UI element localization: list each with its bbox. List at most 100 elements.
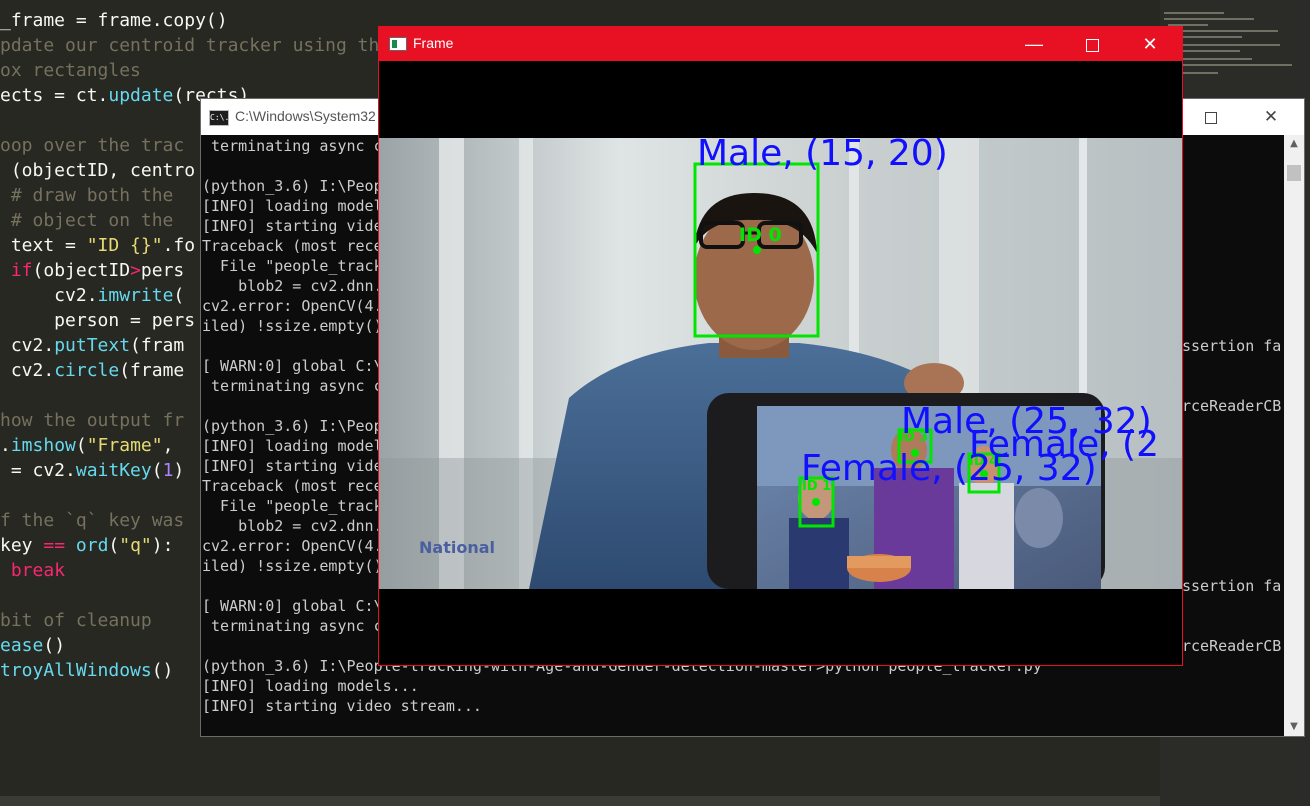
code-token: () — [151, 660, 174, 681]
code-token: ( — [173, 285, 185, 306]
editor-horizontal-scrollbar[interactable] — [0, 796, 1160, 806]
detection-id-0: ID 0 — [739, 224, 782, 246]
code-token: how the output fr — [0, 410, 185, 431]
terminal-line: Traceback (most rece — [202, 237, 383, 255]
terminal-line: [INFO] loading model — [202, 197, 383, 215]
close-icon: ✕ — [1142, 34, 1158, 54]
code-line: .imshow("Frame", — [0, 433, 184, 458]
close-icon: ✕ — [1263, 107, 1279, 126]
code-token: "Frame" — [86, 435, 163, 456]
code-token: "ID {}" — [86, 235, 163, 256]
code-token: () — [43, 635, 66, 656]
code-token: text = — [0, 235, 87, 256]
terminal-line: cv2.error: OpenCV(4. — [202, 297, 383, 315]
code-token: # draw both the — [0, 185, 185, 206]
detection-label-1: Female, (25, 32) — [801, 448, 1097, 489]
terminal-line: iled) !ssize.empty() — [202, 557, 383, 575]
code-token: # object on the — [0, 210, 185, 231]
frame-app-icon — [389, 37, 407, 51]
terminal-line: [INFO] starting video stream... — [202, 697, 482, 715]
frame-maximize-button[interactable] — [1063, 27, 1121, 61]
code-line: break — [0, 558, 65, 583]
code-line: cv2.putText(fram — [0, 333, 184, 358]
code-token: (objectID, centro — [0, 160, 196, 181]
code-token: cv2. — [0, 360, 55, 381]
terminal-line: blob2 = cv2.dnn. — [202, 277, 383, 295]
cmd-maximize-button[interactable] — [1188, 99, 1234, 135]
code-token: person = pers — [0, 310, 196, 331]
scrollbar-thumb[interactable] — [1287, 165, 1301, 181]
minimize-icon: — — [1025, 34, 1043, 54]
terminal-line-fragment: rceReaderCB — [1182, 637, 1282, 655]
code-token: imshow — [10, 435, 76, 456]
code-token: ( — [75, 435, 87, 456]
maximize-icon — [1085, 38, 1099, 52]
terminal-line: [INFO] loading model — [202, 437, 383, 455]
code-line: how the output fr — [0, 408, 184, 433]
terminal-line: terminating async c — [202, 377, 383, 395]
cmd-close-button[interactable]: ✕ — [1248, 99, 1294, 135]
code-line: key == ord("q"): — [0, 533, 173, 558]
code-token: , — [162, 435, 185, 456]
frame-window-title: Frame — [413, 35, 454, 51]
code-token: bit of cleanup — [0, 610, 152, 631]
terminal-line: blob2 = cv2.dnn. — [202, 517, 383, 535]
code-token: ( — [108, 535, 120, 556]
maximize-icon — [1205, 111, 1217, 124]
code-line: # draw both the — [0, 183, 184, 208]
code-token: _frame = frame.copy() — [0, 10, 228, 31]
code-line: cv2.imwrite( — [0, 283, 184, 308]
terminal-line: [INFO] starting vide — [202, 457, 383, 475]
terminal-line: Traceback (most rece — [202, 477, 383, 495]
frame-minimize-button[interactable]: — — [1005, 27, 1063, 61]
terminal-line: iled) !ssize.empty() — [202, 317, 383, 335]
code-line: if(objectID>pers — [0, 258, 184, 283]
code-token: 1 — [162, 460, 174, 481]
cmd-vertical-scrollbar[interactable]: ▲ ▼ — [1284, 135, 1304, 736]
code-token: ( — [151, 460, 163, 481]
code-token: if — [10, 260, 33, 281]
frame-close-button[interactable]: ✕ — [1121, 27, 1179, 61]
terminal-line: terminating async c — [202, 617, 383, 635]
frame-titlebar[interactable]: Frame — ✕ — [379, 27, 1182, 61]
terminal-line: [INFO] starting vide — [202, 217, 383, 235]
cmd-app-icon: C:\. — [209, 110, 229, 126]
terminal-line: [ WARN:0] global C:\ — [202, 357, 383, 375]
terminal-line: (python_3.6) I:\Peop — [202, 417, 383, 435]
terminal-line: File "people_track — [202, 497, 383, 515]
terminal-line: [INFO] loading models... — [202, 677, 419, 695]
code-line: (objectID, centro — [0, 158, 195, 183]
code-token: (frame — [119, 360, 185, 381]
code-token: update — [108, 85, 174, 106]
code-token: == — [43, 535, 66, 556]
terminal-line-fragment: rceReaderCB — [1182, 397, 1282, 415]
frame-window[interactable]: Frame — ✕ National ID 0 Male, (15, 20) I… — [378, 26, 1183, 666]
code-line: person = pers — [0, 308, 195, 333]
scroll-up-arrow-icon[interactable]: ▲ — [1284, 135, 1304, 153]
terminal-line-fragment: ssertion fa — [1182, 337, 1282, 355]
code-line: cv2.circle(frame — [0, 358, 184, 383]
cmd-window-title: C:\Windows\System32 — [235, 108, 375, 124]
code-token: cv2. — [0, 285, 98, 306]
terminal-line-fragment: ssertion fa — [1182, 577, 1282, 595]
code-token: circle — [54, 360, 120, 381]
code-line: f the `q` key was — [0, 508, 184, 533]
code-token: oop over the trac — [0, 135, 185, 156]
code-token: troyAllWindows — [0, 660, 152, 681]
code-line: _frame = frame.copy() — [0, 8, 228, 33]
code-token: break — [10, 560, 66, 581]
scroll-down-arrow-icon[interactable]: ▼ — [1284, 718, 1304, 736]
terminal-line: (python_3.6) I:\Peop — [202, 177, 383, 195]
code-line: text = "ID {}".fo — [0, 233, 195, 258]
code-token: ects = ct. — [0, 85, 109, 106]
code-token: ): — [151, 535, 174, 556]
code-token: pers — [140, 260, 185, 281]
code-token: ox rectangles — [0, 60, 141, 81]
code-line: ease() — [0, 633, 65, 658]
code-token: (fram — [130, 335, 185, 356]
background-sign-text: National — [419, 538, 495, 557]
code-token: cv2. — [0, 335, 55, 356]
